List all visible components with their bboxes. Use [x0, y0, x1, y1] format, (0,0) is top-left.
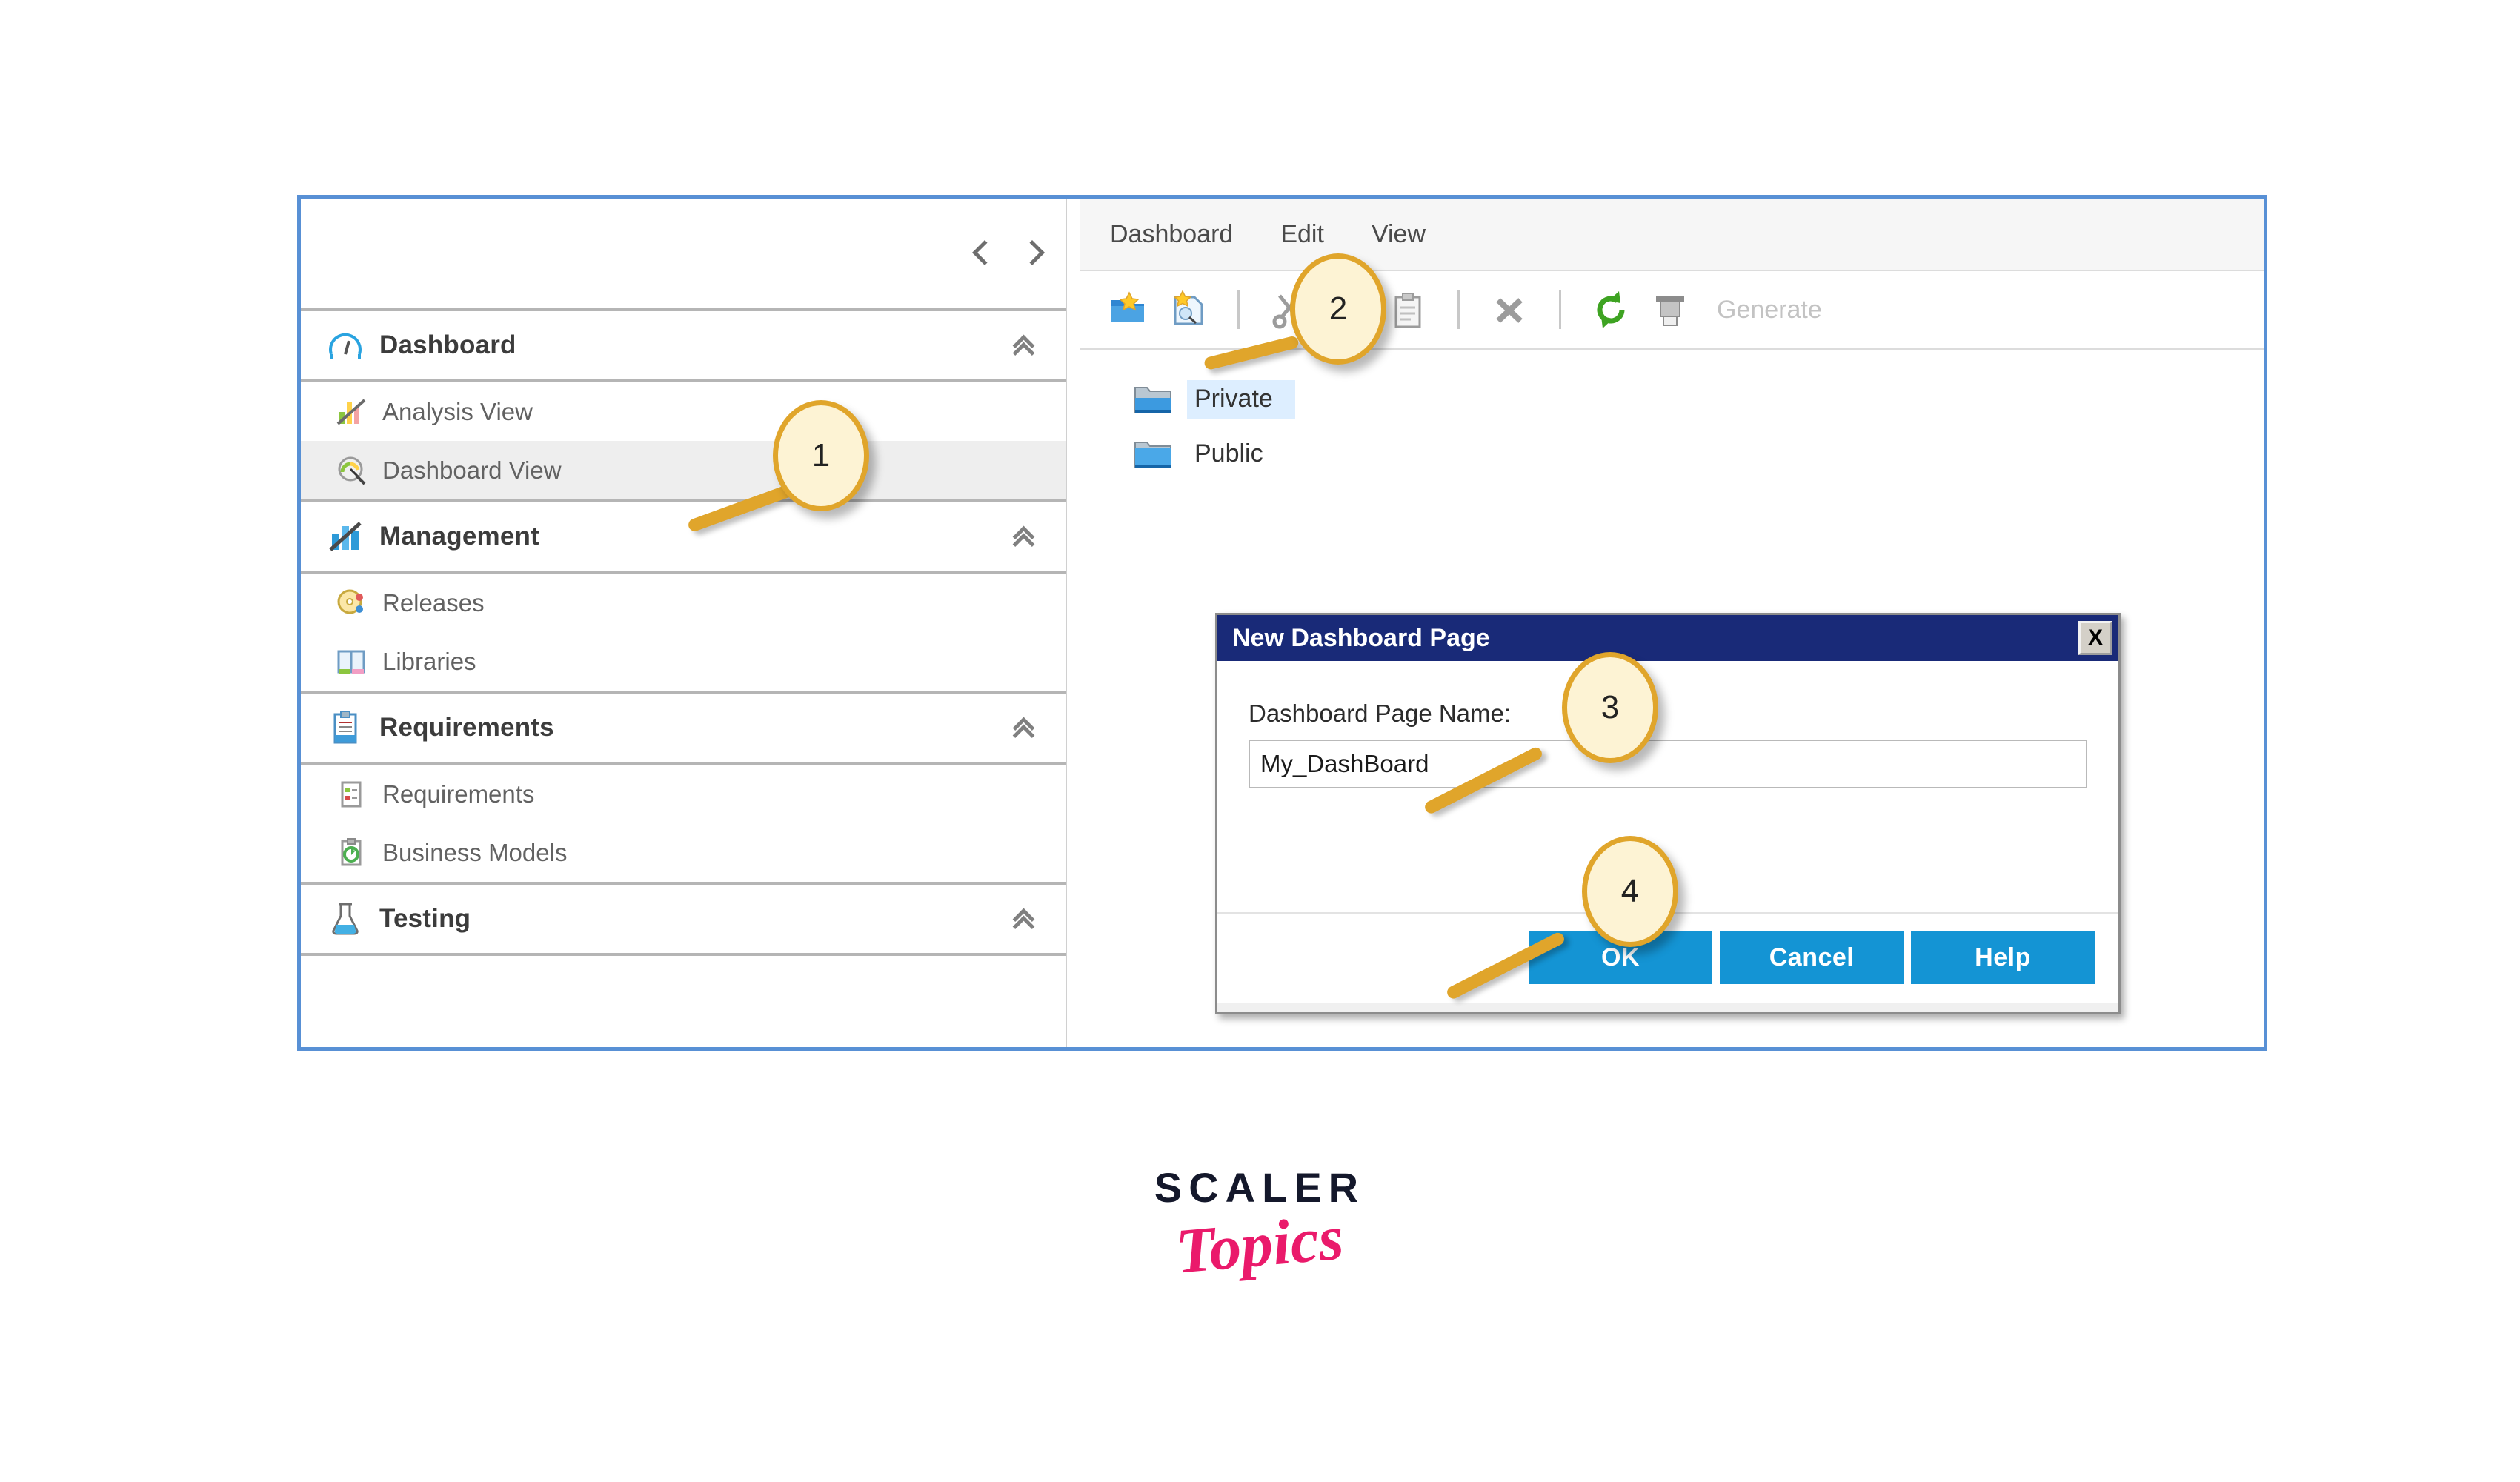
chevron-left-icon[interactable]	[973, 239, 992, 271]
menu-item-dashboard[interactable]: Dashboard	[1110, 220, 1233, 249]
tree-item-public[interactable]: Public	[1134, 427, 2264, 482]
scaler-topics-logo: SCALER Topics	[1145, 1163, 1374, 1287]
left-navigation-panel: Dashboard Analysis View Dashboard View M…	[301, 199, 1067, 1047]
dashboard-folder-tree: Private Public	[1080, 350, 2264, 482]
refresh-icon[interactable]	[1589, 288, 1632, 331]
sidebar-group-testing[interactable]: Testing	[301, 885, 1066, 956]
sidebar-group-label: Requirements	[379, 713, 554, 742]
sidebar-group-management[interactable]: Management	[301, 502, 1066, 574]
dashboard-gauge-icon	[326, 326, 365, 365]
business-models-icon	[335, 837, 368, 869]
chevron-right-icon[interactable]	[1020, 239, 1040, 271]
close-x-icon[interactable]: X	[2078, 621, 2112, 655]
libraries-icon	[335, 645, 368, 678]
sidebar-item-label: Business Models	[382, 838, 568, 866]
generate-printer-icon	[1649, 288, 1692, 331]
double-chevron-up-icon[interactable]	[1014, 527, 1034, 546]
sidebar-item-dashboard-view[interactable]: Dashboard View	[301, 441, 1066, 499]
new-dashboard-page-dialog: New Dashboard Page X Dashboard Page Name…	[1215, 613, 2121, 1014]
releases-icon	[335, 587, 368, 619]
double-chevron-up-icon[interactable]	[1014, 718, 1034, 737]
tree-item-private[interactable]: Private	[1134, 372, 2264, 427]
help-button[interactable]: Help	[1911, 931, 2095, 984]
folder-icon	[1134, 383, 1172, 416]
double-chevron-up-icon[interactable]	[1014, 336, 1034, 355]
dashboard-page-name-input[interactable]	[1249, 740, 2087, 788]
paste-clipboard-icon	[1386, 288, 1429, 331]
sidebar-item-business-models[interactable]: Business Models	[301, 823, 1066, 882]
sidebar-item-label: Analysis View	[382, 397, 533, 425]
sidebar-item-releases[interactable]: Releases	[301, 574, 1066, 632]
tree-item-label: Public	[1194, 439, 1263, 468]
menu-item-view[interactable]: View	[1372, 220, 1426, 249]
sidebar-group-label: Management	[379, 522, 539, 551]
toolbar: Generate	[1080, 271, 2264, 350]
sidebar-item-analysis-view[interactable]: Analysis View	[301, 382, 1066, 441]
dashboard-view-icon	[335, 454, 368, 487]
new-dashboard-page-icon[interactable]	[1166, 288, 1209, 331]
sidebar-item-label: Releases	[382, 588, 485, 617]
testing-flask-icon	[326, 900, 365, 938]
sidebar-group-label: Testing	[379, 904, 471, 933]
toolbar-separator	[1237, 290, 1240, 329]
new-dashboard-folder-icon[interactable]	[1107, 288, 1150, 331]
dashboard-page-name-label: Dashboard Page Name:	[1249, 700, 1512, 727]
menu-bar: Dashboard Edit View	[1080, 199, 2264, 271]
sidebar-item-libraries[interactable]: Libraries	[301, 632, 1066, 691]
sidebar-item-requirements[interactable]: Requirements	[301, 765, 1066, 823]
requirements-clipboard-icon	[326, 708, 365, 747]
generate-label: Generate	[1717, 295, 1822, 324]
sidebar-item-label: Requirements	[382, 780, 535, 808]
callout-2: 2	[1290, 253, 1386, 365]
menu-item-edit[interactable]: Edit	[1280, 220, 1324, 249]
toolbar-separator	[1457, 290, 1460, 329]
panel-header	[301, 199, 1066, 311]
folder-icon	[1134, 438, 1172, 471]
toolbar-separator	[1559, 290, 1561, 329]
sidebar-group-requirements[interactable]: Requirements	[301, 694, 1066, 765]
analysis-view-icon	[335, 396, 368, 428]
sidebar-group-label: Dashboard	[379, 330, 516, 359]
dialog-button-bar: OK Cancel Help	[1217, 914, 2118, 1003]
requirement-doc-icon	[335, 778, 368, 811]
management-bars-icon	[326, 517, 365, 556]
sidebar-item-label: Dashboard View	[382, 456, 562, 484]
panel-nav-arrows	[973, 239, 1040, 271]
callout-1: 1	[773, 400, 869, 511]
dialog-title-bar: New Dashboard Page X	[1217, 615, 2118, 661]
cancel-button[interactable]: Cancel	[1720, 931, 1904, 984]
dialog-title: New Dashboard Page	[1232, 623, 1490, 652]
double-chevron-up-icon[interactable]	[1014, 909, 1034, 928]
delete-x-icon	[1488, 288, 1531, 331]
sidebar-group-dashboard[interactable]: Dashboard	[301, 311, 1066, 382]
sidebar-item-label: Libraries	[382, 647, 476, 675]
tree-item-label: Private	[1187, 379, 1295, 419]
callout-3: 3	[1562, 652, 1658, 763]
callout-4: 4	[1582, 836, 1678, 947]
